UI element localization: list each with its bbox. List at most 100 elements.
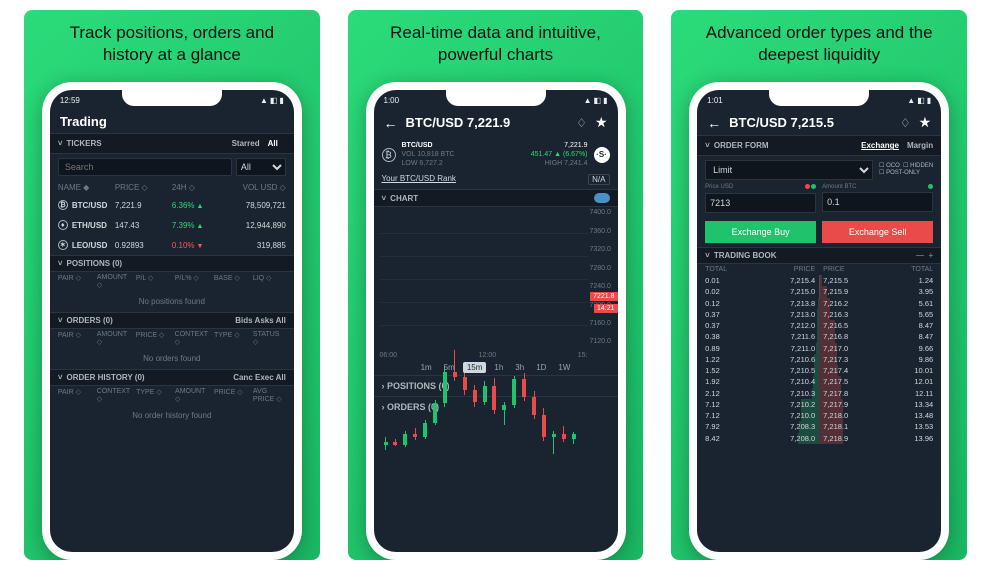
status-icons: ▲◧▮ [582, 96, 608, 105]
chart[interactable]: 7400.07360.07320.07280.07240.07200.07160… [374, 207, 618, 375]
chevron-down-icon [705, 251, 714, 260]
page-title: Trading [60, 114, 284, 129]
book-row[interactable]: 7.12 7,210.0 7,218.0 13.48 [697, 410, 941, 421]
book-tools[interactable]: — + [916, 251, 933, 260]
status-icons: ▲◧▮ [905, 96, 931, 105]
promo-panel-1: Track positions, orders and history at a… [24, 10, 320, 560]
btc-icon: ₿ [382, 148, 396, 162]
history-tabs[interactable]: Canc Exec All [233, 373, 286, 382]
interval-1h[interactable]: 1h [490, 362, 507, 373]
status-icons: ▲◧▮ [258, 96, 284, 105]
order-type-select[interactable]: Limit [705, 160, 873, 180]
book-body: 0.01 7,215.4 7,215.5 1.24 0.02 7,215.0 7… [697, 275, 941, 444]
interval-selector: 1m 5m 15m1h 3h 1D 1W [374, 360, 618, 375]
phone-notch [122, 90, 222, 106]
book-row[interactable]: 0.01 7,215.4 7,215.5 1.24 [697, 275, 941, 286]
book-row[interactable]: 8.42 7,208.0 7,218.9 13.96 [697, 433, 941, 444]
ticker-row[interactable]: ✶LEO/USD 0.92893 0.10% 319,885 [50, 235, 294, 255]
chevron-down-icon [58, 259, 67, 268]
tickers-thead: NAME ◆ PRICE ◇ 24H ◇ VOL USD ◇ [50, 180, 294, 195]
status-time: 1:00 [384, 96, 400, 105]
postonly-checkbox[interactable]: POST-ONLY [879, 170, 933, 177]
star-icon[interactable] [595, 114, 608, 131]
trading-book-header[interactable]: TRADING BOOK — + [697, 247, 941, 264]
book-row[interactable]: 0.02 7,215.0 7,215.9 3.95 [697, 286, 941, 297]
last-price-tag: 7221.8 [590, 292, 617, 301]
chevron-down-icon [705, 141, 714, 150]
phone-2: 1:00 ▲◧▮ BTC/USD 7,221.9 ₿ BTC/USD VOL 1… [366, 82, 626, 560]
book-row[interactable]: 2.12 7,210.3 7,217.8 12.11 [697, 388, 941, 399]
bell-icon[interactable] [900, 116, 911, 130]
title-bar: BTC/USD 7,215.5 [697, 110, 941, 135]
positions-cols: PAIR ◇AMOUNT ◇P/L ◇P/L% ◇BASE ◇LIQ ◇ [50, 272, 294, 291]
chart-canvas[interactable] [380, 211, 588, 347]
margin-tab[interactable]: Margin [907, 141, 933, 150]
chevron-down-icon [58, 139, 67, 148]
title-bar: BTC/USD 7,221.9 [374, 110, 618, 135]
phone-1: 12:59 ▲◧▮ Trading TICKERS Starred All Al… [42, 82, 302, 560]
orders-header[interactable]: ORDERS (0) Bids Asks All [50, 312, 294, 329]
back-icon[interactable] [707, 115, 721, 131]
screen-trading: 12:59 ▲◧▮ Trading TICKERS Starred All Al… [50, 90, 294, 552]
interval-3h[interactable]: 3h [511, 362, 528, 373]
pair-filter-select[interactable]: All [236, 158, 286, 176]
amount-input[interactable] [822, 192, 933, 212]
chart-yaxis: 7400.07360.07320.07280.07240.07200.07160… [590, 207, 618, 347]
price-input[interactable] [705, 193, 816, 213]
order-form-header[interactable]: ORDER FORM Exchange Margin [697, 135, 941, 156]
price-label: Price USD [705, 184, 733, 191]
history-header[interactable]: ORDER HISTORY (0) Canc Exec All [50, 369, 294, 386]
tickers-header[interactable]: TICKERS Starred All [50, 133, 294, 154]
search-input[interactable] [58, 158, 232, 176]
ticker-row[interactable]: ♦ETH/USD 147.43 7.39% 12,944,890 [50, 215, 294, 235]
history-cols: PAIR ◇CONTEXT ◇TYPE ◇AMOUNT ◇PRICE ◇AVG … [50, 386, 294, 405]
book-row[interactable]: 1.52 7,210.5 7,217.4 10.01 [697, 365, 941, 376]
ticker-row[interactable]: ₿BTC/USD 7,221.9 6.36% 78,509,721 [50, 195, 294, 215]
starred-filter[interactable]: Starred [232, 139, 260, 148]
pair-stats: ₿ BTC/USD VOL 10,818 BTC LOW 6,727.2 7,2… [374, 135, 618, 174]
book-row[interactable]: 0.37 7,212.0 7,216.5 8.47 [697, 320, 941, 331]
interval-15m[interactable]: 15m [463, 362, 487, 373]
page-title: BTC/USD 7,221.9 [406, 115, 569, 130]
interval-5m[interactable]: 5m [440, 362, 459, 373]
exchange-tab[interactable]: Exchange [861, 141, 899, 150]
book-row[interactable]: 0.12 7,213.8 7,216.2 5.61 [697, 298, 941, 309]
chart-xaxis: 06:0012:0015: [380, 352, 588, 359]
buy-button[interactable]: Exchange Buy [705, 221, 816, 243]
book-row[interactable]: 1.92 7,210.4 7,217.5 12.01 [697, 376, 941, 387]
interval-1m[interactable]: 1m [417, 362, 436, 373]
orders-tabs[interactable]: Bids Asks All [235, 316, 286, 325]
headline-1: Track positions, orders and history at a… [24, 22, 320, 66]
book-row[interactable]: 0.89 7,211.0 7,217.0 9.66 [697, 343, 941, 354]
star-icon[interactable] [919, 114, 932, 131]
chevron-down-icon [58, 373, 67, 382]
cloud-icon[interactable] [594, 193, 610, 203]
rank-row[interactable]: Your BTC/USD Rank N/A [374, 174, 618, 189]
screen-chart: 1:00 ▲◧▮ BTC/USD 7,221.9 ₿ BTC/USD VOL 1… [374, 90, 618, 552]
phone-notch [769, 90, 869, 106]
book-row[interactable]: 1.22 7,210.6 7,217.3 9.86 [697, 354, 941, 365]
chart-header[interactable]: CHART [374, 189, 618, 207]
sell-button[interactable]: Exchange Sell [822, 221, 933, 243]
phone-notch [446, 90, 546, 106]
promo-panel-2: Real-time data and intuitive, powerful c… [348, 10, 644, 560]
all-filter[interactable]: All [268, 139, 278, 148]
back-icon[interactable] [384, 115, 398, 131]
chevron-down-icon [382, 194, 391, 203]
bell-icon[interactable] [576, 116, 587, 130]
headline-3: Advanced order types and the deepest liq… [671, 22, 967, 66]
positions-header[interactable]: POSITIONS (0) [50, 255, 294, 272]
book-row[interactable]: 0.37 7,213.0 7,216.3 5.65 [697, 309, 941, 320]
book-row[interactable]: 7.12 7,210.2 7,217.9 13.34 [697, 399, 941, 410]
orders-cols: PAIR ◇AMOUNT ◇PRICE ◇CONTEXT ◇TYPE ◇STAT… [50, 329, 294, 348]
book-row[interactable]: 0.38 7,211.6 7,216.8 8.47 [697, 331, 941, 342]
interval-1W[interactable]: 1W [554, 362, 574, 373]
crypto-icon: ♦ [58, 220, 68, 230]
positions-empty: No positions found [50, 291, 294, 312]
chevron-down-icon [58, 316, 67, 325]
interval-1D[interactable]: 1D [532, 362, 550, 373]
title-bar: Trading [50, 110, 294, 133]
amount-label: Amount BTC [822, 184, 856, 190]
book-row[interactable]: 7.92 7,208.3 7,218.1 13.53 [697, 421, 941, 432]
snapshot-badge[interactable]: ·S· [594, 147, 610, 163]
